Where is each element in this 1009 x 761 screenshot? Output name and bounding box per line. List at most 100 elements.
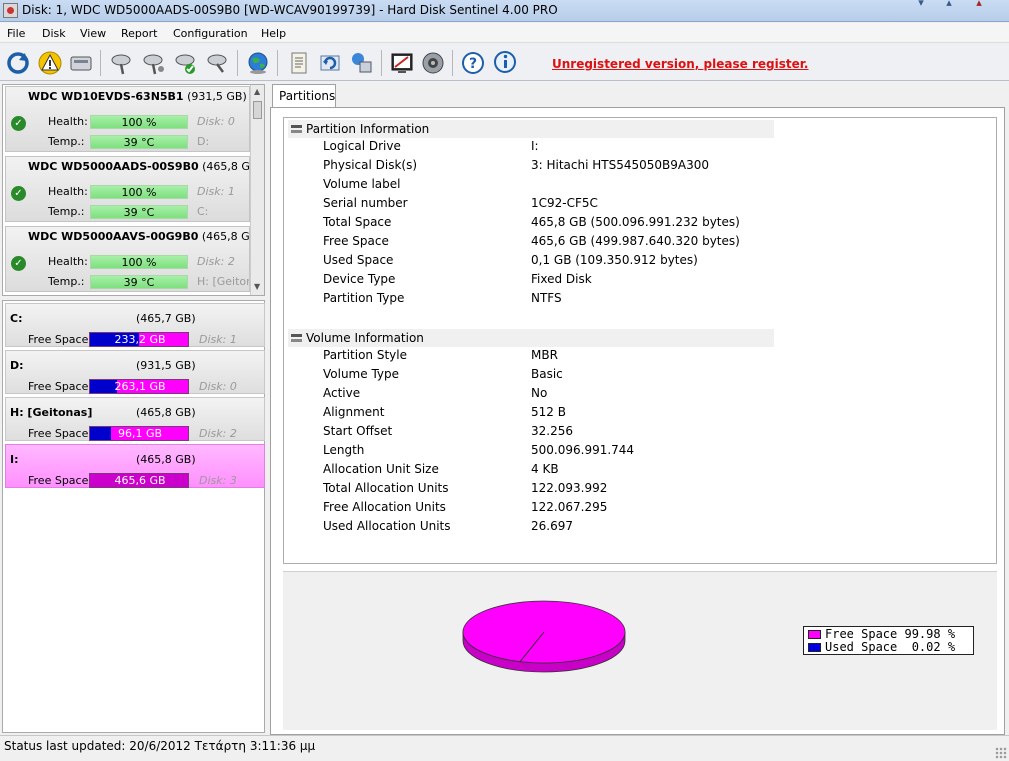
info-row: Allocation Unit Size 4 KB <box>323 462 923 481</box>
section-icon <box>291 334 302 342</box>
partition-disk-index: Disk: 3 <box>199 474 237 487</box>
menu-disk[interactable]: Disk <box>42 27 66 40</box>
update-icon[interactable] <box>317 50 343 76</box>
partition-size: (931,5 GB) <box>136 359 196 372</box>
partition-name: C: <box>10 312 23 325</box>
free-space-label: Free Space <box>28 474 89 487</box>
info-value: 0,1 GB (109.350.912 bytes) <box>531 253 698 267</box>
info-row: Serial number 1C92-CF5C <box>323 196 923 215</box>
drive-letters: H: [Geiton <box>197 275 249 288</box>
info-value: 1C92-CF5C <box>531 196 598 210</box>
app-icon <box>3 3 18 18</box>
info-value: Basic <box>531 367 563 381</box>
info-key: Partition Type <box>323 291 405 305</box>
drive-letters: D: <box>197 135 210 148</box>
network-icon[interactable] <box>349 50 375 76</box>
disk-card[interactable]: WDC WD5000AADS-00S9B0 (465,8 GB) ✓ Healt… <box>5 156 262 222</box>
disk-index: Disk: 1 <box>197 185 235 198</box>
partition-size: (465,8 GB) <box>136 406 196 419</box>
free-space-label: Free Space <box>28 427 89 440</box>
temp-bar: 39 °C <box>90 135 188 149</box>
partition-card[interactable]: C: (465,7 GB) Free Space 233,2 GB Disk: … <box>5 303 265 347</box>
info-key: Volume label <box>323 177 401 191</box>
info-row: Device Type Fixed Disk <box>323 272 923 291</box>
scroll-up-icon[interactable]: ▲ <box>254 87 260 96</box>
partition-name: H: [Geitonas] <box>10 406 93 419</box>
close-button[interactable]: ▴ <box>966 0 992 9</box>
menu-file[interactable]: File <box>7 27 25 40</box>
resize-grip[interactable] <box>995 747 1007 759</box>
partition-card[interactable]: H: [Geitonas] (465,8 GB) Free Space 96,1… <box>5 397 265 441</box>
info-row: Length 500.096.991.744 <box>323 443 923 462</box>
status-ok-icon: ✓ <box>11 186 26 201</box>
menu-view[interactable]: View <box>80 27 106 40</box>
partitions-panel: Partition Information Logical Drive I: Phy… <box>270 107 1005 735</box>
disk-index: Disk: 2 <box>197 255 235 268</box>
info-row: Used Allocation Units 26.697 <box>323 519 923 538</box>
info-value: 32.256 <box>531 424 573 438</box>
info-value: 465,6 GB (499.987.640.320 bytes) <box>531 234 740 248</box>
info-row: Volume Type Basic <box>323 367 923 386</box>
disk-index: Disk: 0 <box>197 115 235 128</box>
info-key: Total Space <box>323 215 392 229</box>
partition-card[interactable]: D: (931,5 GB) Free Space 263,1 GB Disk: … <box>5 350 265 394</box>
svg-text:?: ? <box>469 56 477 72</box>
disk-list-scrollbar[interactable]: ▲ ▼ <box>250 85 264 295</box>
health-bar: 100 % <box>90 185 188 199</box>
partition-size: (465,7 GB) <box>136 312 196 325</box>
partition-card-selected[interactable]: I: (465,8 GB) Free Space 465,6 GB Disk: … <box>5 444 265 488</box>
drive-letters: C: <box>197 205 209 218</box>
disk-icon[interactable] <box>68 50 94 76</box>
info-row: Start Offset 32.256 <box>323 424 923 443</box>
info-value: I: <box>531 139 539 153</box>
disk-search-icon[interactable] <box>205 50 231 76</box>
scroll-thumb[interactable] <box>253 101 262 119</box>
info-row: Total Space 465,8 GB (500.096.991.232 byt… <box>323 215 923 234</box>
free-space-label: Free Space <box>28 333 89 346</box>
info-value: NTFS <box>531 291 562 305</box>
disk-ok-icon[interactable] <box>173 50 199 76</box>
minimize-button[interactable]: ▾ <box>908 0 934 9</box>
register-link[interactable]: Unregistered version, please register. <box>552 57 809 71</box>
info-key: Physical Disk(s) <box>323 158 418 172</box>
info-value: 4 KB <box>531 462 559 476</box>
tab-partitions[interactable]: Partitions <box>272 84 336 108</box>
disk-card[interactable]: WDC WD5000AAVS-00G9B0 (465,8 GB) ✓ Healt… <box>5 226 262 292</box>
info-value: 500.096.991.744 <box>531 443 635 457</box>
alert-icon[interactable] <box>37 50 63 76</box>
pie-slice-free-space <box>462 600 626 664</box>
menu-report[interactable]: Report <box>121 27 157 40</box>
window-title: Disk: 1, WDC WD5000AADS-00S9B0 [WD-WCAV9… <box>22 3 558 17</box>
info-key: Used Space <box>323 253 394 267</box>
status-text: Status last updated: 20/6/2012 Τετάρτη 3… <box>4 739 316 753</box>
info-value: 465,8 GB (500.096.991.232 bytes) <box>531 215 740 229</box>
scroll-down-icon[interactable]: ▼ <box>254 282 260 291</box>
temp-bar: 39 °C <box>90 205 188 219</box>
disk-card[interactable]: WDC WD10EVDS-63N5B1 (931,5 GB) ✓ Health:… <box>5 86 250 152</box>
help-icon[interactable]: ? <box>460 50 486 76</box>
health-bar: 100 % <box>90 115 188 129</box>
report-icon[interactable] <box>286 50 312 76</box>
disk-list: WDC WD10EVDS-63N5B1 (931,5 GB) ✓ Health:… <box>2 84 265 296</box>
settings-icon[interactable] <box>389 50 415 76</box>
status-bar: Status last updated: 20/6/2012 Τετάρτη 3… <box>0 735 1009 761</box>
globe-icon[interactable] <box>245 50 271 76</box>
maximize-button[interactable]: ▴ <box>936 0 962 9</box>
menu-help[interactable]: Help <box>261 27 286 40</box>
sound-icon[interactable] <box>420 50 446 76</box>
partition-name: D: <box>10 359 24 372</box>
info-value: MBR <box>531 348 558 362</box>
refresh-icon[interactable] <box>5 50 31 76</box>
temp-label: Temp.: <box>48 205 85 218</box>
info-value: 122.093.992 <box>531 481 608 495</box>
disk-test-icon[interactable] <box>141 50 167 76</box>
info-value: 122.067.295 <box>531 500 608 514</box>
space-pie-chart: Free Space 99.98 % Used Space 0.02 % <box>283 571 997 730</box>
legend-swatch <box>808 643 821 652</box>
info-key: Active <box>323 386 361 400</box>
health-bar: 100 % <box>90 255 188 269</box>
disk-tools-icon[interactable] <box>109 50 135 76</box>
info-icon[interactable] <box>492 50 518 76</box>
menu-configuration[interactable]: Configuration <box>173 27 248 40</box>
legend-swatch <box>808 630 821 639</box>
